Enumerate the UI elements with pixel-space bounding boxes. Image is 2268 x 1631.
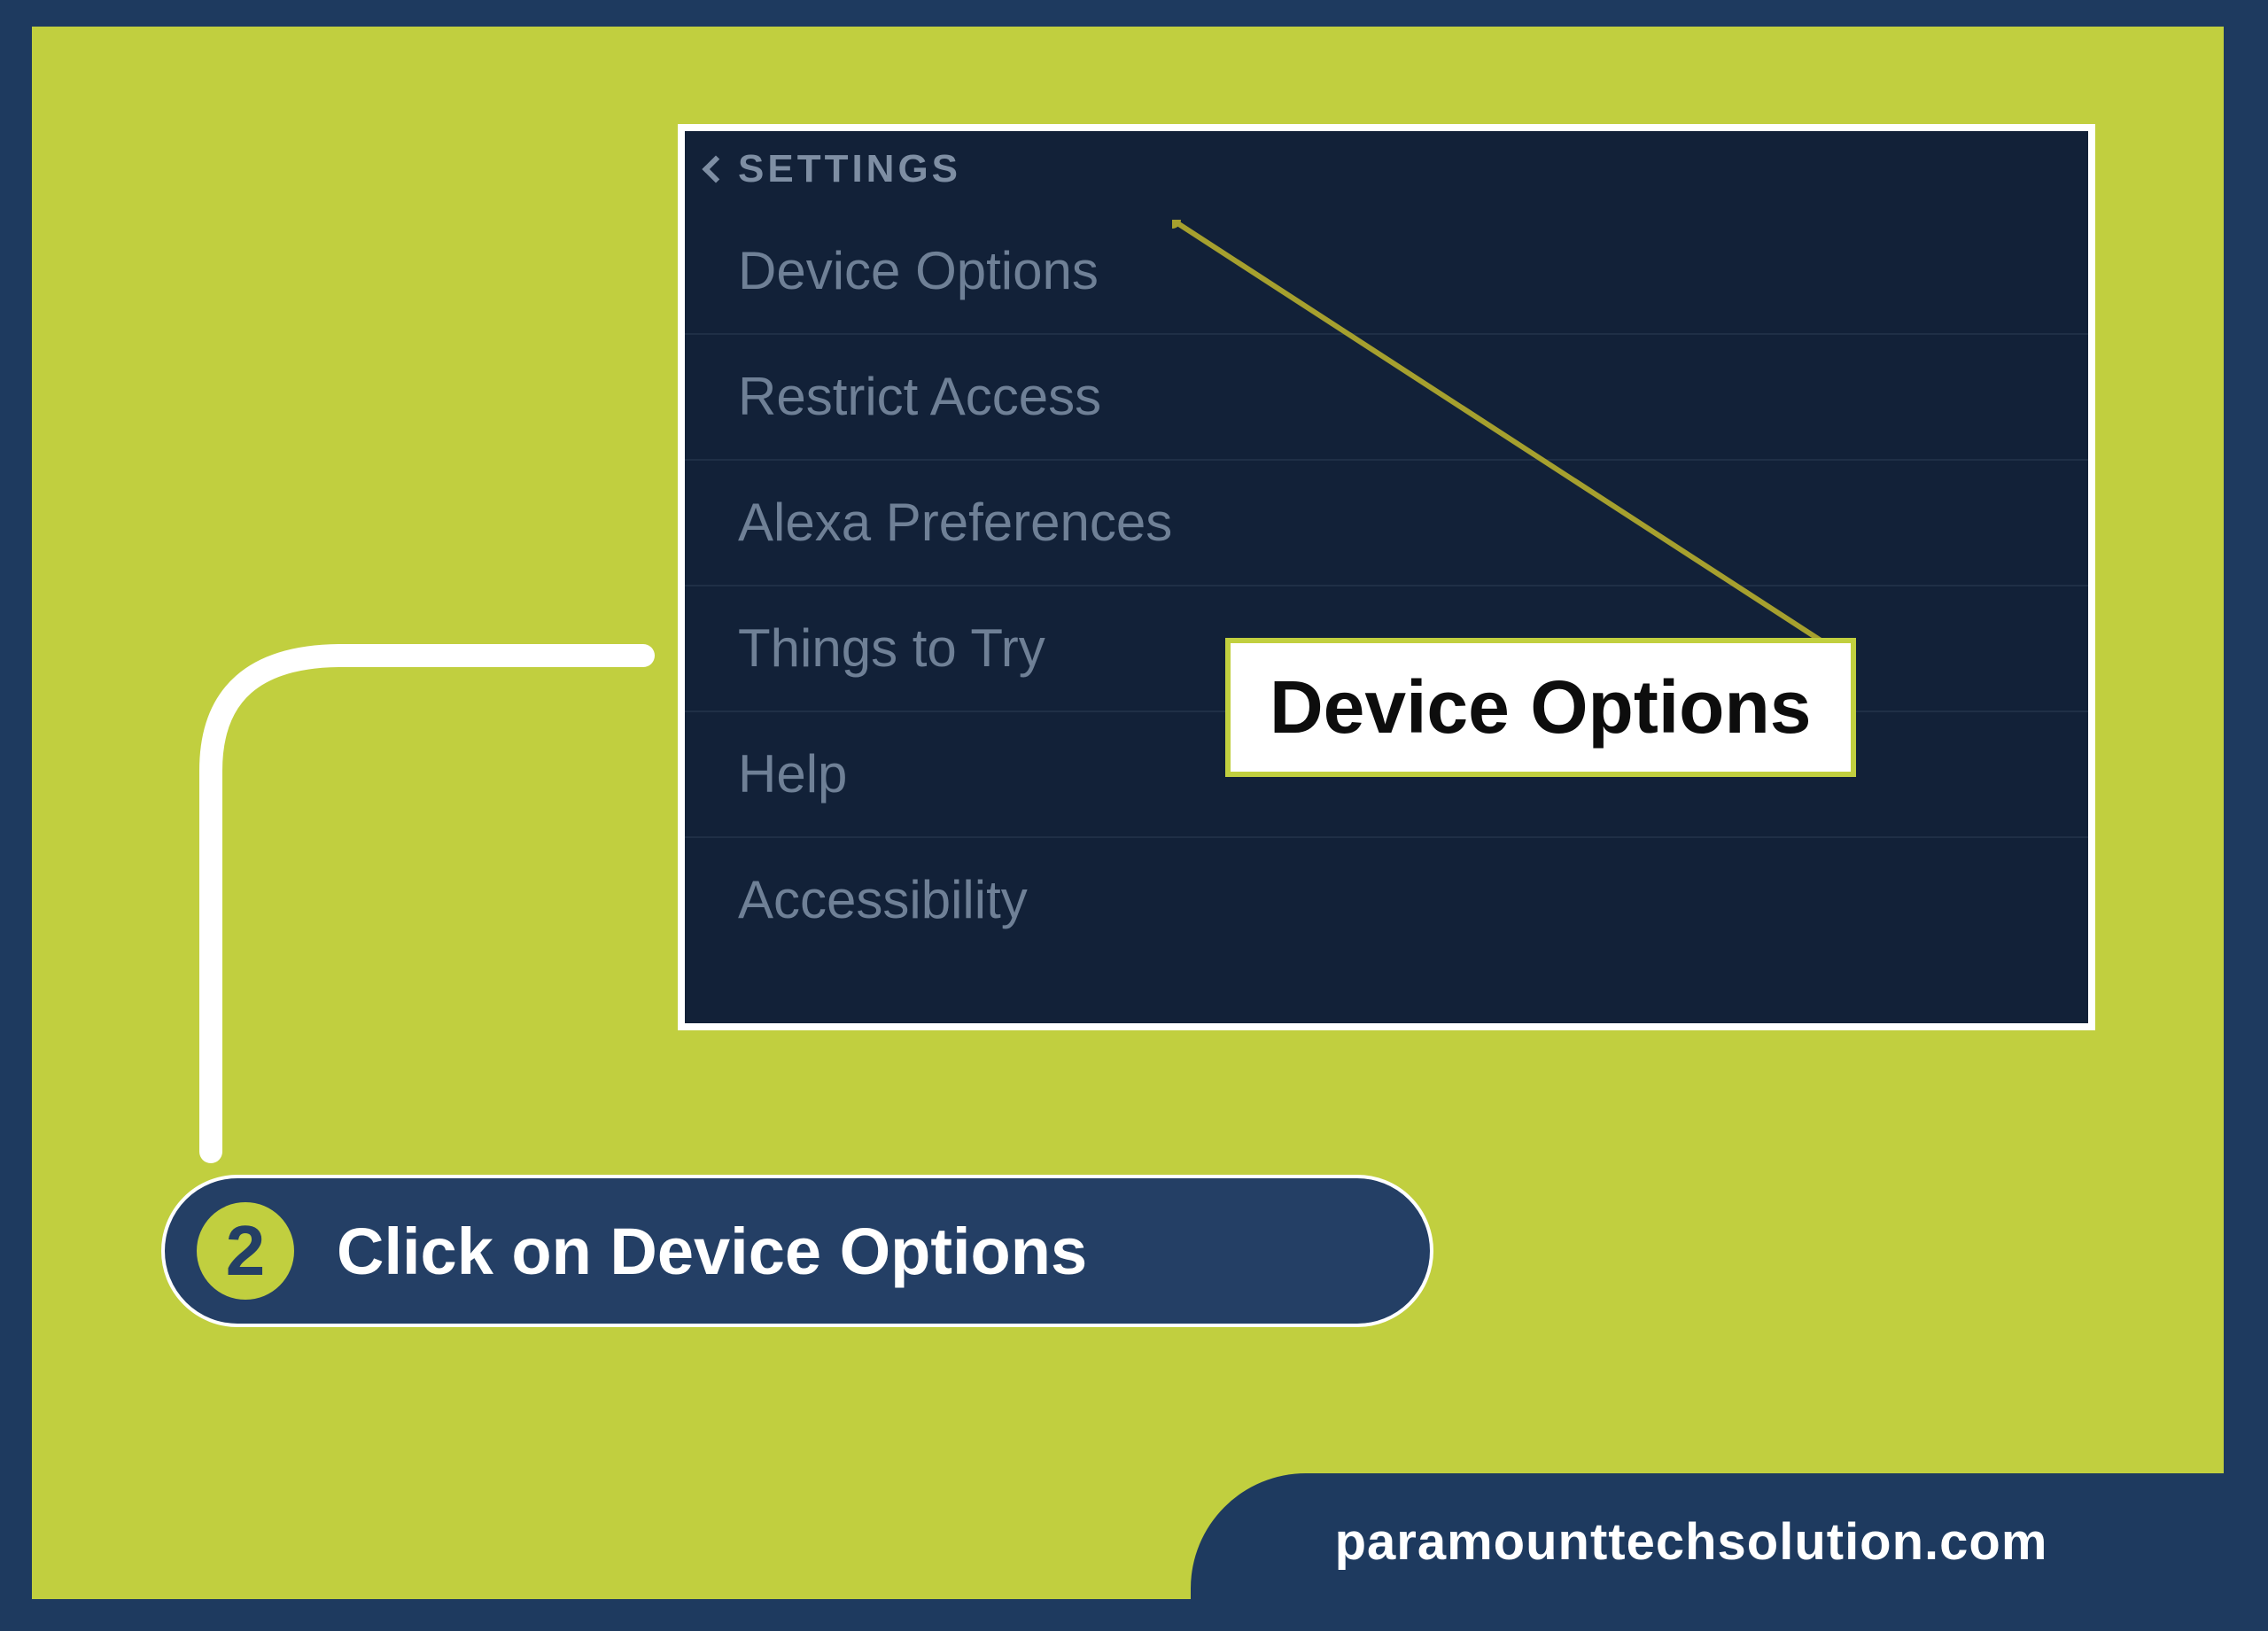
settings-back-label: SETTINGS [738,147,961,191]
step-pill: 2 Click on Device Options [161,1175,1433,1327]
menu-item-device-options[interactable]: Device Options [685,209,2088,335]
menu-item-accessibility[interactable]: Accessibility [685,838,2088,962]
device-screenshot: SETTINGS Device Options Restrict Access … [678,124,2095,1030]
step-instruction: Click on Device Options [337,1214,1087,1289]
brand-footer: paramounttechsolution.com [1191,1473,2224,1599]
menu-item-alexa-preferences[interactable]: Alexa Preferences [685,461,2088,586]
step-number-badge: 2 [197,1202,294,1300]
settings-back-button[interactable]: SETTINGS [706,147,961,191]
guide-arrow-icon [165,620,714,1187]
chevron-left-icon [702,155,729,183]
callout-text: Device Options [1270,665,1812,749]
settings-menu: Device Options Restrict Access Alexa Pre… [685,209,2088,962]
step-number: 2 [226,1210,266,1292]
menu-item-restrict-access[interactable]: Restrict Access [685,335,2088,461]
brand-url: paramounttechsolution.com [1335,1512,2048,1572]
callout-label: Device Options [1225,638,1856,777]
tutorial-slide: SETTINGS Device Options Restrict Access … [0,0,2268,1631]
slide-canvas: SETTINGS Device Options Restrict Access … [32,27,2224,1599]
